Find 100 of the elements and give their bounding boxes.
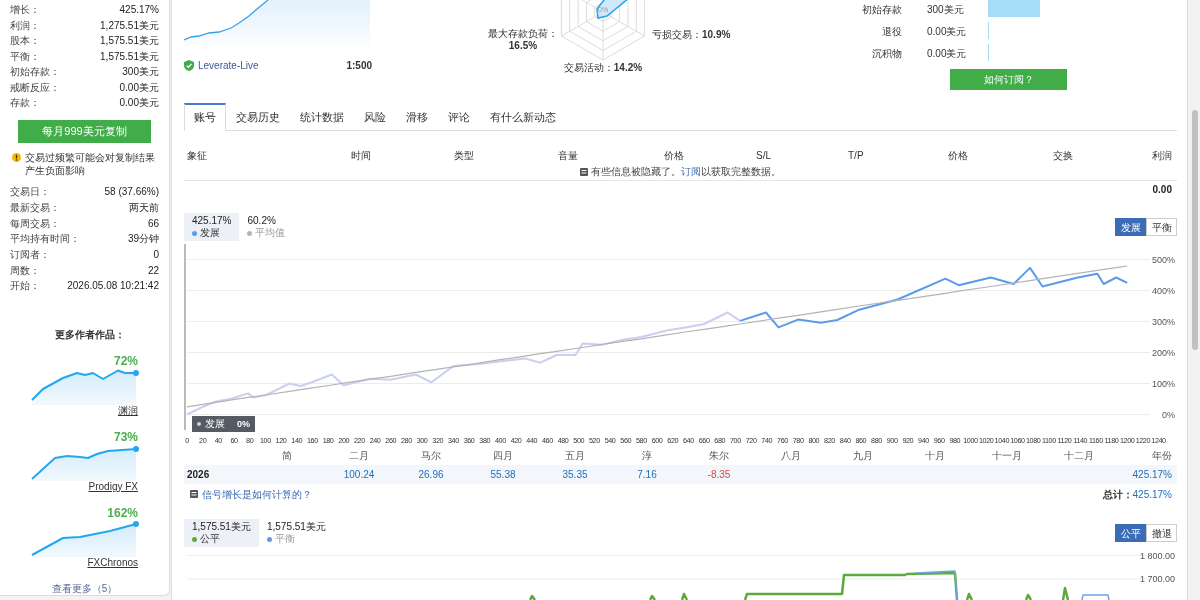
year-total-value: 425.17%	[1132, 468, 1172, 482]
stat-label: 平均持有时间：	[10, 232, 80, 247]
bar	[988, 0, 1040, 17]
column-header: 象征	[187, 148, 207, 163]
stat-value: 0	[153, 248, 159, 263]
note-icon	[190, 490, 198, 498]
month-header: 朱尔	[709, 449, 729, 463]
growth-help-link[interactable]: 信号增长是如何计算的？	[202, 486, 312, 502]
y-axis-label: 100%	[1151, 378, 1175, 389]
tab[interactable]: 账号	[184, 103, 226, 131]
stat-value: 300美元	[122, 65, 159, 80]
value-label: 300美元	[927, 3, 964, 15]
stat-value: 39分钟	[127, 232, 159, 247]
tab[interactable]: 统计数据	[290, 103, 354, 131]
section-title: 更多作者作品：	[55, 328, 125, 341]
tab[interactable]: 有什么新动态	[480, 103, 566, 131]
legend-label: 发展	[200, 227, 220, 239]
stat-label: 开始：	[10, 279, 40, 294]
y-axis-label: 300%	[1151, 316, 1175, 327]
month-header: 淳	[642, 449, 652, 463]
scrollbar-thumb[interactable]	[1192, 110, 1198, 350]
chart-toggle-button[interactable]: 撤退	[1146, 524, 1177, 542]
stat-value: 66	[147, 216, 159, 231]
series-dot-icon	[197, 422, 201, 426]
legend-value: 60.2%	[247, 215, 277, 227]
column-header: 价格	[664, 148, 684, 163]
tab[interactable]: 滑移	[396, 103, 438, 131]
month-header: 九月	[853, 449, 873, 463]
column-header: 类型	[454, 148, 474, 163]
column-header: 音量	[558, 148, 578, 163]
month-header: 马尔	[421, 449, 441, 463]
month-header: 十一月	[992, 449, 1022, 463]
month-return: 35.35	[562, 468, 588, 482]
category-label: 沉积物	[872, 47, 902, 59]
column-header: 交换	[1053, 148, 1073, 163]
stat-value: 425.17%	[119, 3, 159, 18]
legend-label: 平均值	[255, 227, 286, 239]
chart-toggle-button[interactable]: 发展	[1115, 218, 1146, 236]
legend-value: 1,575.51美元	[192, 521, 251, 533]
view-more-link[interactable]: 查看更多（5）	[51, 582, 118, 595]
stat-value: 1,575.51美元	[100, 34, 159, 49]
legend-value: 1,575.51美元	[266, 521, 326, 533]
stat-label: 股本：	[10, 34, 40, 49]
stat-value: 0.00美元	[119, 96, 159, 111]
tab[interactable]: 评论	[438, 103, 480, 131]
month-header: 八月	[781, 449, 801, 463]
stat-value: 2026.05.08 10:21:42	[67, 279, 159, 294]
tab[interactable]: 风险	[354, 103, 396, 131]
year-label: 2026	[187, 468, 210, 482]
total-value: 425.17%	[1132, 487, 1172, 502]
year-total-header: 年份	[1152, 449, 1172, 463]
y-axis-label: 0%	[1162, 409, 1175, 420]
y-axis-label: 500%	[1151, 254, 1175, 265]
return-percent: 162%	[107, 506, 139, 519]
stat-label: 利润：	[10, 18, 40, 33]
warning-icon	[12, 153, 21, 162]
stat-label: 平衡：	[10, 49, 40, 64]
hidden-info-notice: 有些信息被隐藏了。订阅以获取完整数据。	[591, 165, 781, 179]
chart-toggle-button[interactable]: 公平	[1115, 524, 1146, 542]
stat-label: 增长：	[10, 3, 40, 18]
month-return: 55.38	[490, 468, 516, 482]
month-return: -8.35	[707, 468, 731, 482]
stat-value: 1,575.51美元	[100, 49, 159, 64]
legend-label: 公平	[200, 533, 220, 545]
stat-label: 交易日：	[10, 185, 50, 200]
y-axis-label: 1 800.00	[1139, 550, 1175, 561]
column-header: T/P	[848, 148, 864, 163]
return-percent: 72%	[113, 354, 139, 367]
strategy-link[interactable]: 渊润	[118, 404, 140, 417]
total-profit: 0.00	[1152, 182, 1172, 197]
month-header: 四月	[493, 449, 513, 463]
tooltip-label: 发展	[205, 418, 225, 430]
tab[interactable]: 交易历史	[226, 103, 290, 131]
chart-toggle-button[interactable]: 平衡	[1146, 218, 1177, 236]
stat-value: 1,275.51美元	[100, 18, 159, 33]
y-axis-label: 200%	[1151, 347, 1175, 358]
server-link[interactable]: Leverate-Live	[198, 57, 259, 73]
y-axis-label: 400%	[1151, 285, 1175, 296]
month-header: 简	[282, 449, 292, 463]
stat-value: 58 (37.66%)	[104, 185, 159, 200]
column-header: 时间	[351, 148, 371, 163]
radar-axis-label: 最大存款负荷： 16.5%	[488, 28, 558, 52]
category-label: 退役	[882, 25, 902, 37]
y-axis-label: 1 700.00	[1139, 574, 1175, 584]
column-header: S/L	[756, 148, 771, 163]
stat-value: 两天前	[129, 201, 159, 216]
column-header: 价格	[948, 148, 968, 163]
month-return: 26.96	[418, 468, 444, 482]
month-return: 100.24	[343, 468, 375, 482]
return-percent: 73%	[113, 430, 139, 443]
stat-label: 戒断反应：	[10, 80, 60, 95]
strategy-link[interactable]: Prodigy FX	[88, 480, 140, 493]
legend-value: 425.17%	[192, 215, 232, 227]
subscribe-link[interactable]: 订阅	[681, 166, 701, 177]
month-header: 二月	[349, 449, 369, 463]
legend-label: 平衡	[274, 533, 295, 545]
strategy-link[interactable]: FXChronos	[87, 556, 140, 569]
month-header: 五月	[565, 449, 585, 463]
stat-label: 周数：	[10, 263, 40, 278]
month-header: 十月	[925, 449, 945, 463]
